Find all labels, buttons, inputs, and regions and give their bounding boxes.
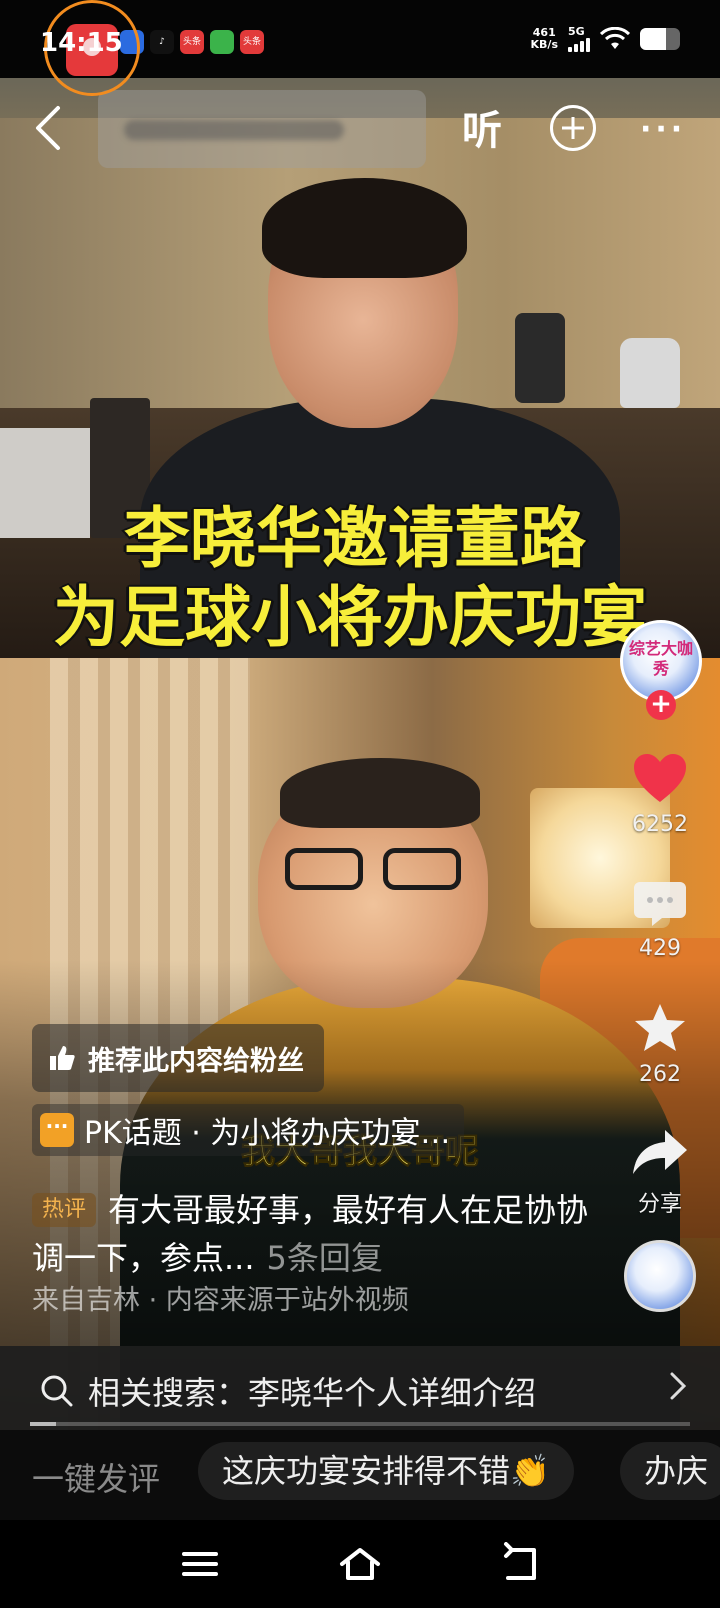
quick-comment-bar: 一键发评 这庆功宴安排得不错👏 办庆 (0, 1430, 720, 1520)
pk-topic-link[interactable]: PK话题 · 为小将办庆功宴… (32, 1104, 465, 1156)
app-green-icon (210, 30, 234, 54)
share-button[interactable]: 分享 (610, 1128, 710, 1218)
search-box[interactable] (98, 90, 426, 168)
video-title-line-2: 为足球小将办庆功宴 (52, 578, 649, 658)
battery-level (640, 28, 666, 50)
search-box-blurred-text (124, 120, 344, 140)
battery-icon (640, 28, 680, 50)
network-type: 5G (568, 25, 585, 38)
chevron-right-icon (670, 1372, 687, 1400)
quick-comment-label[interactable]: 一键发评 (32, 1454, 160, 1500)
net-speed: 461 KB/s (531, 27, 558, 51)
favorite-count: 262 (639, 1062, 681, 1087)
toutiao-icon: 头条 (240, 30, 264, 54)
favorite-button[interactable]: 262 (610, 1002, 710, 1087)
hot-comment-reply-count[interactable]: 5条回复 (267, 1239, 383, 1277)
related-search-bar[interactable]: 相关搜索：李晓华个人详细介绍 (0, 1346, 720, 1430)
tiktok-icon: ♪ (150, 30, 174, 54)
status-indicators: 461 KB/s 5G (531, 26, 680, 52)
share-label: 分享 (637, 1192, 682, 1217)
add-icon[interactable] (550, 105, 596, 151)
related-search-label: 相关搜索：李晓华个人详细介绍 (88, 1374, 537, 1412)
recommend-to-fans-label: 推荐此内容给粉丝 (88, 1045, 304, 1077)
source-info: 来自吉林 · 内容来源于站外视频 (32, 1285, 409, 1316)
status-time: 14:15 (40, 28, 123, 58)
like-count: 6252 (632, 812, 688, 837)
author-avatar-text: 综艺大咖秀 (628, 639, 693, 678)
more-icon[interactable]: ··· (640, 112, 686, 147)
notification-icons: ♪ 头条 头条 (120, 30, 264, 54)
video-progress-fill (30, 1422, 57, 1426)
comment-icon (634, 882, 686, 926)
star-icon (635, 1004, 685, 1051)
back-icon[interactable] (28, 104, 72, 152)
like-button[interactable]: 6252 (610, 752, 710, 837)
pk-topic-icon (40, 1113, 74, 1147)
video-title-line-1: 李晓华邀请董路 (123, 499, 588, 579)
follow-button[interactable]: + (646, 690, 676, 720)
hot-comment[interactable]: 热评 有大哥最好事，最好有人在足协协调一下，参点... 5条回复 (32, 1186, 612, 1282)
system-nav-bar (0, 1520, 720, 1608)
wifi-icon (600, 27, 630, 49)
video-progress-bar[interactable] (30, 1422, 690, 1426)
status-bar: 14:15 ♪ 头条 头条 461 KB/s 5G (0, 0, 720, 96)
cellular-signal-icon: 5G (568, 26, 590, 52)
net-speed-unit: KB/s (530, 38, 558, 51)
share-icon (633, 1130, 687, 1174)
heart-icon (634, 754, 686, 802)
comment-button[interactable]: 429 (610, 880, 710, 961)
thumbs-up-icon (50, 1046, 75, 1070)
video-title-overlay: 李晓华邀请董路 为足球小将办庆功宴 (0, 499, 720, 658)
comment-count: 429 (639, 936, 681, 961)
search-icon (41, 1375, 73, 1407)
pk-topic-label: PK话题 · 为小将办庆功宴… (84, 1116, 451, 1151)
menu-icon[interactable] (178, 1542, 222, 1586)
toutiao-icon: 头条 (180, 30, 204, 54)
back-nav-icon[interactable] (498, 1542, 542, 1586)
hot-comment-tag: 热评 (32, 1193, 97, 1227)
home-icon[interactable] (338, 1542, 382, 1586)
recommend-to-fans-button[interactable]: 推荐此内容给粉丝 (32, 1024, 324, 1092)
listen-button[interactable]: 听 (462, 98, 502, 156)
quick-comment-chip[interactable]: 办庆 (620, 1442, 720, 1500)
music-disc-avatar[interactable] (624, 1240, 696, 1312)
quick-comment-chip[interactable]: 这庆功宴安排得不错👏 (198, 1442, 574, 1500)
